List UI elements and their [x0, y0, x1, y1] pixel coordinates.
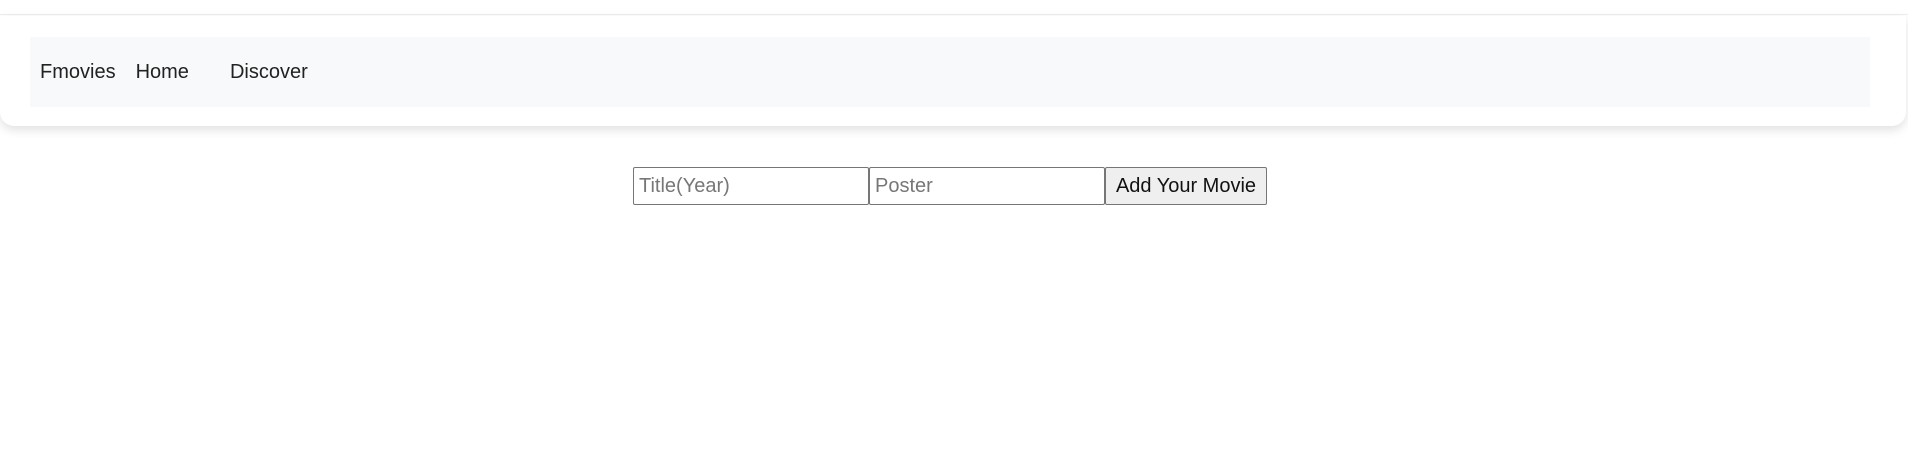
brand-link[interactable]: Fmovies — [40, 61, 116, 84]
nav-link-discover[interactable]: Discover — [230, 61, 308, 84]
title-year-input[interactable] — [633, 167, 869, 205]
poster-input[interactable] — [869, 167, 1105, 205]
navbar: Fmovies Home Discover — [30, 37, 1870, 107]
top-divider — [0, 14, 1908, 15]
nav-link-home[interactable]: Home — [136, 61, 189, 84]
add-movie-button[interactable]: Add Your Movie — [1105, 167, 1267, 205]
add-movie-form: Add Your Movie — [633, 167, 1267, 205]
header: Fmovies Home Discover — [0, 16, 1906, 126]
